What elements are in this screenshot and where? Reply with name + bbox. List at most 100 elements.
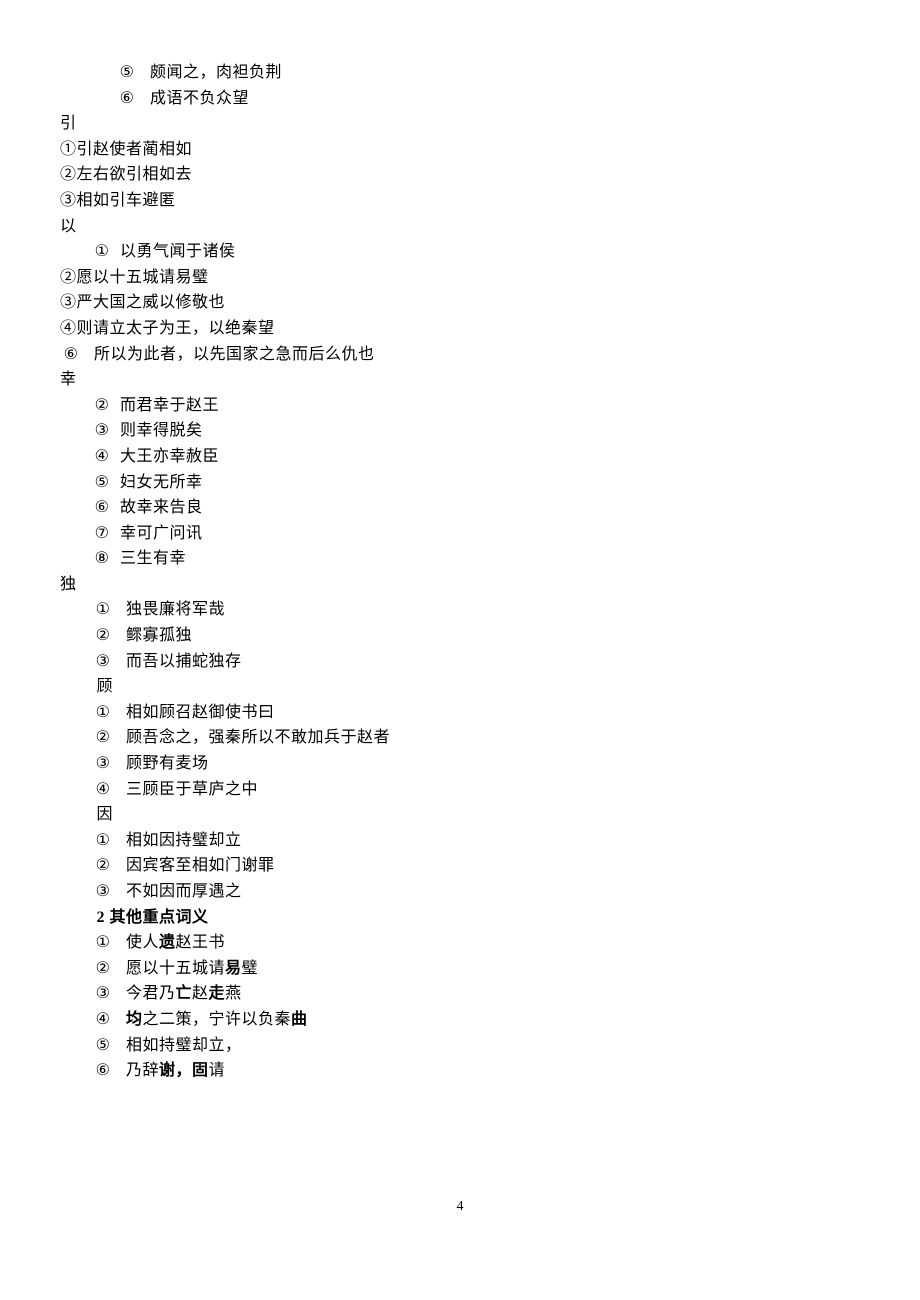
text-line: ①引赵使者蔺相如 (60, 137, 860, 163)
text-span: 而君幸于赵王 (120, 397, 219, 414)
text-span: 赵 (192, 985, 209, 1002)
text-span: 因宾客至相如门谢罪 (126, 857, 275, 874)
text-span: 今君乃 (126, 985, 176, 1002)
list-marker: ⑤ (92, 470, 112, 496)
document-body: ⑤ 颇闻之，肉袒负荆 ⑥ 成语不负众望引 ①引赵使者蔺相如 ②左右欲引相如去 ③相如引车避匿… (0, 0, 920, 1104)
text-span: 则幸得脱矣 (120, 422, 203, 439)
text-line: ① 以勇气闻于诸侯 (60, 239, 860, 265)
text-line: ①使人遗赵王书 (60, 930, 860, 956)
text-line: ③相如引车避匿 (60, 188, 860, 214)
list-marker: ② (92, 725, 114, 751)
text-line: ④ 大王亦幸赦臣 (60, 444, 860, 470)
text-span: ③相如引车避匿 (60, 192, 176, 209)
text-span: 均 (126, 1011, 143, 1028)
text-span: 遗 (159, 934, 176, 951)
text-line: ③今君乃亡赵走燕 (60, 981, 860, 1007)
text-span: 亡 (176, 985, 193, 1002)
list-marker: ① (92, 828, 114, 854)
list-marker: ④ (92, 777, 114, 803)
text-span: ③严大国之威以修敬也 (60, 294, 225, 311)
text-span: 顾野有麦场 (126, 755, 209, 772)
text-line: ②愿以十五城请易璧 (60, 265, 860, 291)
text-line: ⑤ 相如持璧却立， (60, 1033, 860, 1059)
text-line: ① 相如顾召赵御使书曰 (60, 700, 860, 726)
list-marker: ⑥ (116, 86, 138, 112)
text-span: 三顾臣于草庐之中 (126, 781, 258, 798)
text-span: ②左右欲引相如去 (60, 166, 192, 183)
text-span: 妇女无所幸 (120, 474, 203, 491)
text-line: ③ 不如因而厚遇之 (60, 879, 860, 905)
text-line: ②因宾客至相如门谢罪 (60, 853, 860, 879)
list-marker: ④ (92, 1007, 114, 1033)
list-marker: ④ (92, 444, 112, 470)
text-span: 顾 (92, 678, 113, 695)
text-line: ⑤ 颇闻之，肉袒负荆 (60, 60, 860, 86)
text-span: 相如因持璧却立 (126, 832, 242, 849)
list-marker: ① (92, 700, 114, 726)
text-span: 谢，固 (159, 1062, 209, 1079)
text-span: 燕 (225, 985, 242, 1002)
text-span: 乃辞 (126, 1062, 159, 1079)
list-marker: ⑥ (92, 495, 112, 521)
text-span: 赵王书 (176, 934, 226, 951)
text-span: 请 (209, 1062, 226, 1079)
text-line: ⑥ 乃辞谢，固请 (60, 1058, 860, 1084)
text-line: ②愿以十五城请易璧 (60, 956, 860, 982)
text-span: 颇闻之，肉袒负荆 (150, 64, 282, 81)
text-span: 以勇气闻于诸侯 (120, 243, 236, 260)
list-marker: ⑤ (116, 60, 138, 86)
text-span: ①引赵使者蔺相如 (60, 141, 192, 158)
text-line: 引 (60, 111, 860, 137)
list-marker: ① (92, 239, 112, 265)
text-span: 使人 (126, 934, 159, 951)
text-span: 璧 (242, 960, 259, 977)
text-span: ④则请立太子为王，以绝秦望 (60, 320, 275, 337)
list-marker: ⑥ (60, 342, 82, 368)
text-span: 成语不负众望 (150, 90, 249, 107)
text-line: 以 (60, 214, 860, 240)
text-line: ⑥ 所以为此者，以先国家之急而后么仇也 (60, 342, 860, 368)
text-span: 大王亦幸赦臣 (120, 448, 219, 465)
text-line: ③严大国之威以修敬也 (60, 290, 860, 316)
text-line: ⑧三生有幸 (60, 546, 860, 572)
text-line: ② 鳏寡孤独 (60, 623, 860, 649)
text-line: 独 (60, 572, 860, 598)
list-marker: ⑤ (92, 1033, 114, 1059)
text-span: 相如顾召赵御使书曰 (126, 704, 275, 721)
text-span: 三生有幸 (120, 550, 186, 567)
text-span: 引 (60, 115, 77, 132)
list-marker: ⑦ (92, 521, 112, 547)
text-span: 独畏廉将军哉 (126, 601, 225, 618)
text-line: ②左右欲引相如去 (60, 162, 860, 188)
text-span: 相如持璧却立， (126, 1037, 242, 1054)
text-span: 曲 (291, 1011, 308, 1028)
text-span: 易 (225, 960, 242, 977)
text-line: ④均之二策，宁许以负秦曲 (60, 1007, 860, 1033)
list-marker: ⑥ (92, 1058, 114, 1084)
text-span: 幸可广问讯 (120, 525, 203, 542)
list-marker: ③ (92, 649, 114, 675)
text-line: 因 (60, 802, 860, 828)
page-number: 4 (0, 1196, 920, 1218)
text-line: 顾 (60, 674, 860, 700)
text-span: 独 (60, 576, 77, 593)
text-span: 以 (60, 218, 77, 235)
text-line: ⑥ 故幸来告良 (60, 495, 860, 521)
text-line: ②而君幸于赵王 (60, 393, 860, 419)
text-span: 鳏寡孤独 (126, 627, 192, 644)
text-line: ③顾野有麦场 (60, 751, 860, 777)
text-span: 走 (209, 985, 226, 1002)
text-line: ① 相如因持璧却立 (60, 828, 860, 854)
text-span: 所以为此者，以先国家之急而后么仇也 (94, 346, 375, 363)
text-line: ④则请立太子为王，以绝秦望 (60, 316, 860, 342)
text-line: ②顾吾念之，强秦所以不敢加兵于赵者 (60, 725, 860, 751)
list-marker: ③ (92, 879, 114, 905)
list-marker: ① (92, 597, 114, 623)
list-marker: ② (92, 623, 114, 649)
text-line: ③而吾以捕蛇独存 (60, 649, 860, 675)
text-span: 不如因而厚遇之 (126, 883, 242, 900)
text-line: ③则幸得脱矣 (60, 418, 860, 444)
text-span: 之二策，宁许以负秦 (143, 1011, 292, 1028)
text-span: 故幸来告良 (120, 499, 203, 516)
text-line: ④ 三顾臣于草庐之中 (60, 777, 860, 803)
